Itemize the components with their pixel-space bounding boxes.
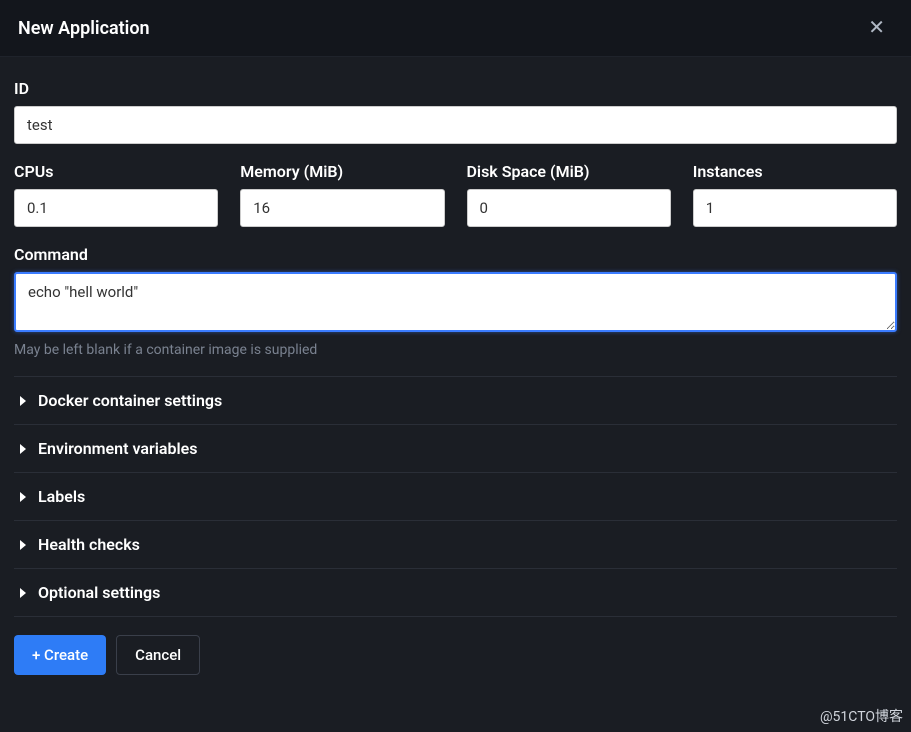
labels-section-label: Labels xyxy=(38,487,85,506)
cpus-label: CPUs xyxy=(14,162,218,181)
cpus-field-group: CPUs xyxy=(14,162,218,227)
health-section: Health checks xyxy=(14,520,897,568)
footer-actions: + Create Cancel xyxy=(14,617,897,679)
labels-section: Labels xyxy=(14,472,897,520)
env-section: Environment variables xyxy=(14,424,897,472)
chevron-right-icon xyxy=(18,540,28,550)
optional-section-header[interactable]: Optional settings xyxy=(14,569,897,616)
health-section-header[interactable]: Health checks xyxy=(14,521,897,568)
modal-header: New Application ✕ xyxy=(0,0,911,57)
chevron-right-icon xyxy=(18,444,28,454)
chevron-right-icon xyxy=(18,492,28,502)
disk-field-group: Disk Space (MiB) xyxy=(467,162,671,227)
labels-section-header[interactable]: Labels xyxy=(14,473,897,520)
accordion-wrapper: Docker container settings Environment va… xyxy=(14,376,897,617)
cancel-button[interactable]: Cancel xyxy=(116,635,200,675)
chevron-right-icon xyxy=(18,588,28,598)
resource-row: CPUs Memory (MiB) Disk Space (MiB) Insta… xyxy=(14,162,897,227)
command-label: Command xyxy=(14,245,897,264)
disk-label: Disk Space (MiB) xyxy=(467,162,671,181)
memory-input[interactable] xyxy=(240,189,444,227)
docker-section-label: Docker container settings xyxy=(38,391,222,410)
create-button[interactable]: + Create xyxy=(14,635,106,675)
health-section-label: Health checks xyxy=(38,535,140,554)
close-icon: ✕ xyxy=(868,17,885,39)
modal-body: ID CPUs Memory (MiB) Disk Space (MiB) In… xyxy=(0,57,911,732)
cpus-input[interactable] xyxy=(14,189,218,227)
disk-input[interactable] xyxy=(467,189,671,227)
env-section-header[interactable]: Environment variables xyxy=(14,425,897,472)
id-label: ID xyxy=(14,79,897,98)
modal-title: New Application xyxy=(18,18,150,39)
close-button[interactable]: ✕ xyxy=(860,14,893,42)
new-application-modal: New Application ✕ ID CPUs Memory (MiB) D… xyxy=(0,0,911,732)
command-textarea[interactable] xyxy=(14,272,897,332)
command-field-group: Command May be left blank if a container… xyxy=(14,245,897,358)
command-helper-text: May be left blank if a container image i… xyxy=(14,342,897,358)
instances-field-group: Instances xyxy=(693,162,897,227)
optional-section: Optional settings xyxy=(14,568,897,617)
id-field-group: ID xyxy=(14,79,897,144)
docker-section-header[interactable]: Docker container settings xyxy=(14,377,897,424)
instances-label: Instances xyxy=(693,162,897,181)
memory-field-group: Memory (MiB) xyxy=(240,162,444,227)
instances-input[interactable] xyxy=(693,189,897,227)
watermark-text: @51CTO博客 xyxy=(820,706,903,726)
memory-label: Memory (MiB) xyxy=(240,162,444,181)
env-section-label: Environment variables xyxy=(38,439,197,458)
docker-section: Docker container settings xyxy=(14,376,897,424)
chevron-right-icon xyxy=(18,396,28,406)
optional-section-label: Optional settings xyxy=(38,583,160,602)
id-input[interactable] xyxy=(14,106,897,144)
